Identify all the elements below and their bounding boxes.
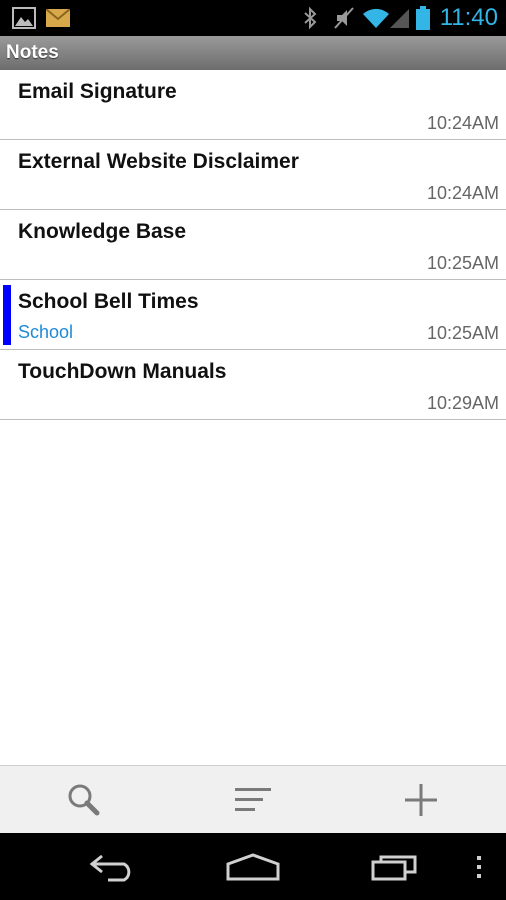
sort-button[interactable] — [169, 766, 337, 834]
signal-icon — [390, 0, 410, 36]
note-time: 10:24AM — [426, 113, 499, 133]
note-item-external-website-disclaimer[interactable]: External Website Disclaimer 10:24AM — [0, 140, 506, 210]
page-title: Notes — [6, 42, 59, 63]
overflow-menu-button[interactable] — [464, 833, 494, 900]
note-title: Email Signature — [18, 80, 177, 103]
note-item-email-signature[interactable]: Email Signature 10:24AM — [0, 70, 506, 140]
search-icon — [68, 784, 100, 816]
back-icon — [89, 854, 131, 881]
note-item-touchdown-manuals[interactable]: TouchDown Manuals 10:29AM — [0, 350, 506, 420]
note-time: 10:25AM — [426, 253, 499, 273]
note-title: Knowledge Base — [18, 220, 187, 243]
category-color-marker — [3, 285, 11, 345]
mute-icon — [333, 0, 355, 36]
note-category: School — [18, 322, 74, 342]
email-notification-icon — [46, 0, 70, 36]
add-icon — [405, 784, 437, 816]
overflow-menu-icon — [477, 855, 481, 878]
back-button[interactable] — [68, 833, 158, 900]
note-title: School Bell Times — [18, 290, 199, 313]
note-title: TouchDown Manuals — [18, 360, 227, 383]
home-icon — [226, 852, 280, 880]
add-note-button[interactable] — [337, 766, 505, 834]
note-time: 10:29AM — [426, 393, 499, 413]
title-bar: Notes — [0, 36, 506, 70]
note-item-school-bell-times[interactable]: School Bell Times School 10:25AM — [0, 280, 506, 350]
recent-apps-button[interactable] — [350, 833, 440, 900]
clock: 11:40 — [439, 4, 498, 31]
bluetooth-icon — [302, 0, 318, 36]
note-time: 10:25AM — [426, 323, 499, 343]
status-bar: 11:40 — [0, 0, 506, 36]
bottom-action-bar — [0, 765, 506, 833]
search-button[interactable] — [0, 766, 168, 834]
note-title: External Website Disclaimer — [18, 150, 299, 173]
picture-notification-icon — [12, 0, 36, 36]
recent-apps-icon — [371, 855, 417, 880]
battery-icon — [416, 0, 430, 36]
sort-icon — [235, 788, 271, 811]
note-item-knowledge-base[interactable]: Knowledge Base 10:25AM — [0, 210, 506, 280]
wifi-icon — [362, 0, 390, 36]
navigation-bar — [0, 833, 506, 900]
notes-list: Email Signature 10:24AM External Website… — [0, 70, 506, 420]
home-button[interactable] — [208, 833, 298, 900]
note-time: 10:24AM — [426, 183, 499, 203]
